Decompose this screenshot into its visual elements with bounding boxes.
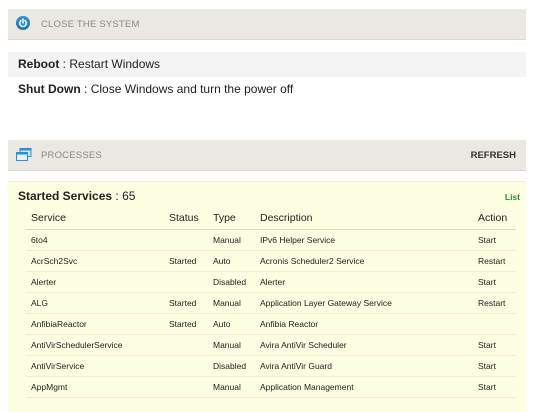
table-row: AntiVirSchedulerService Manual Avira Ant… — [26, 334, 516, 356]
service-description: Anfibia Reactor — [255, 313, 473, 335]
services-header-row: Service Status Type Description Action — [26, 207, 516, 230]
service-action-link[interactable]: Start — [473, 376, 516, 398]
service-status — [164, 229, 208, 251]
reboot-link[interactable]: Reboot — [18, 57, 59, 71]
service-status — [164, 334, 208, 356]
service-status: Started — [164, 292, 208, 314]
processes-title: PROCESSES — [41, 150, 102, 161]
reboot-row: Reboot : Restart Windows — [8, 52, 526, 77]
service-description: Avira AntiVir Guard — [255, 355, 473, 377]
service-status — [164, 355, 208, 377]
service-status — [164, 271, 208, 293]
service-name: ALG — [26, 292, 164, 314]
service-type: Disabled — [208, 355, 255, 377]
service-name: AppMgmt — [26, 376, 164, 398]
services-table: Service Status Type Description Action 6… — [26, 207, 516, 398]
service-type: Auto — [208, 250, 255, 272]
service-name: AntiVirSchedulerService — [26, 334, 164, 356]
processes-header: PROCESSES REFRESH — [8, 140, 526, 171]
service-action-link[interactable]: Start — [473, 334, 516, 356]
service-status: Started — [164, 250, 208, 272]
service-action-link[interactable]: Start — [473, 355, 516, 377]
service-type: Manual — [208, 376, 255, 398]
service-description: Application Layer Gateway Service — [255, 292, 473, 314]
reboot-separator: : — [62, 57, 67, 71]
service-description: IPv6 Helper Service — [255, 229, 473, 251]
table-row: AnfibiaReactor Started Auto Anfibia Reac… — [26, 313, 516, 335]
service-type: Manual — [208, 334, 255, 356]
service-action-link[interactable] — [473, 313, 516, 335]
power-icon — [16, 16, 30, 30]
service-description: Alerter — [255, 271, 473, 293]
service-description: Application Management — [255, 376, 473, 398]
started-services-panel: Started Services : 65 List Service Statu… — [8, 181, 526, 412]
table-row: ALG Started Manual Application Layer Gat… — [26, 292, 516, 314]
shutdown-description: Close Windows and turn the power off — [90, 82, 294, 96]
table-row: AntiVirService Disabled Avira AntiVir Gu… — [26, 355, 516, 377]
service-description: Acronis Scheduler2 Service — [255, 250, 473, 272]
service-name: AnfibiaReactor — [26, 313, 164, 335]
service-description: Avira AntiVir Scheduler — [255, 334, 473, 356]
window-icon — [16, 148, 32, 161]
table-row: Alerter Disabled Alerter Start — [26, 271, 516, 293]
service-action-link[interactable]: Start — [473, 271, 516, 293]
table-row: AcrSch2Svc Started Auto Acronis Schedule… — [26, 250, 516, 272]
service-type: Disabled — [208, 271, 255, 293]
column-header-status: Status — [164, 207, 208, 230]
service-name: AcrSch2Svc — [26, 250, 164, 272]
started-services-heading: Started Services : 65 — [18, 189, 135, 203]
close-system-header: CLOSE THE SYSTEM — [8, 9, 526, 40]
column-header-type: Type — [208, 207, 255, 230]
close-system-title: CLOSE THE SYSTEM — [41, 19, 140, 30]
reboot-description: Restart Windows — [69, 57, 161, 71]
shutdown-link[interactable]: Shut Down — [18, 82, 81, 96]
list-link[interactable]: List — [505, 192, 520, 202]
service-status: Started — [164, 313, 208, 335]
refresh-button[interactable]: REFRESH — [471, 150, 516, 161]
started-services-count: : 65 — [112, 189, 136, 203]
service-action-link[interactable]: Restart — [473, 250, 516, 272]
service-type: Manual — [208, 229, 255, 251]
service-action-link[interactable]: Start — [473, 229, 516, 251]
service-status — [164, 376, 208, 398]
shutdown-separator: : — [84, 82, 88, 96]
shutdown-row: Shut Down : Close Windows and turn the p… — [8, 77, 526, 102]
service-type: Manual — [208, 292, 255, 314]
column-header-service: Service — [26, 207, 164, 230]
table-row: AppMgmt Manual Application Management St… — [26, 376, 516, 398]
started-services-title: Started Services — [18, 189, 113, 203]
column-header-action: Action — [473, 207, 516, 230]
service-action-link[interactable]: Restart — [473, 292, 516, 314]
service-name: AntiVirService — [26, 355, 164, 377]
service-name: 6to4 — [26, 229, 164, 251]
service-name: Alerter — [26, 271, 164, 293]
column-header-description: Description — [255, 207, 473, 230]
service-type: Auto — [208, 313, 255, 335]
table-row: 6to4 Manual IPv6 Helper Service Start — [26, 229, 516, 251]
